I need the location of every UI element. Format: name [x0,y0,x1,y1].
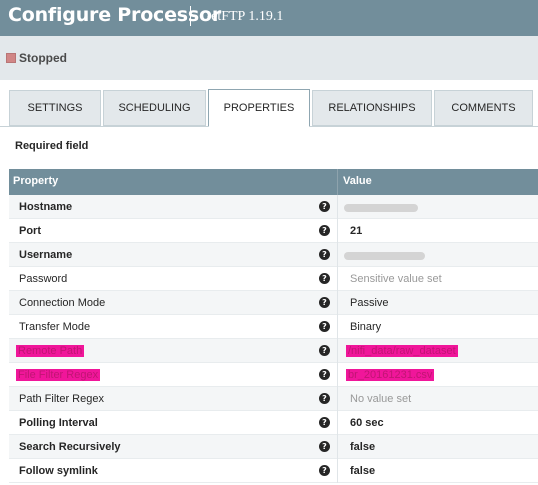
tab-properties[interactable]: PROPERTIES [208,89,310,127]
column-divider [337,195,338,219]
property-name: Polling Interval [19,417,98,429]
property-name: Username [19,249,73,261]
table-row[interactable]: Remote Path ? /nifi_data/raw_dataset [9,339,538,363]
help-icon[interactable]: ? [319,249,330,260]
table-row[interactable]: Password ? Sensitive value set [9,267,538,291]
column-header-property[interactable]: Property [13,175,58,187]
property-value[interactable]: Binary [350,321,381,333]
help-icon[interactable]: ? [319,369,330,380]
redacted-value[interactable] [344,204,418,212]
property-name: Port [19,225,41,237]
property-name: Password [19,273,68,285]
property-name: Path Filter Regex [19,393,104,405]
table-row[interactable]: Path Filter Regex ? No value set [9,387,538,411]
table-row[interactable]: Port ? 21 [9,219,538,243]
table-header: Property Value [9,169,538,195]
column-divider [337,315,338,339]
column-divider [337,243,338,267]
title-divider [190,6,191,26]
processor-version: GetFTP 1.19.1 [201,9,284,24]
table-row[interactable]: Transfer Mode ? Binary [9,315,538,339]
table-row[interactable]: Connection Mode ? Passive [9,291,538,315]
table-row[interactable]: Follow symlink ? false [9,459,538,483]
redacted-value[interactable] [344,252,425,260]
column-divider [337,219,338,243]
column-divider [337,459,338,483]
property-value[interactable]: 21 [350,225,362,237]
table-row[interactable]: Username ? [9,243,538,267]
properties-table: Property Value Hostname ? Port ? 21 User… [9,169,538,483]
column-divider [337,435,338,459]
stopped-icon [6,53,16,63]
property-value[interactable]: No value set [350,393,411,405]
status-label: Stopped [19,51,67,65]
help-icon[interactable]: ? [319,225,330,236]
property-value[interactable]: Sensitive value set [350,273,442,285]
column-divider [337,363,338,387]
tab-relationships[interactable]: RELATIONSHIPS [312,90,432,126]
help-icon[interactable]: ? [319,201,330,212]
help-icon[interactable]: ? [319,393,330,404]
column-divider [337,291,338,315]
column-divider [337,339,338,363]
property-name: Transfer Mode [19,321,91,333]
tab-scheduling[interactable]: SCHEDULING [103,90,206,126]
property-name: Connection Mode [19,297,106,309]
table-row[interactable]: Search Recursively ? false [9,435,538,459]
property-name: Search Recursively [19,441,121,453]
table-row[interactable]: File Filter Regex ? br_20161231.csv [9,363,538,387]
dialog-header: Configure Processor GetFTP 1.19.1 [0,0,538,36]
property-value[interactable]: 60 sec [350,417,384,429]
column-divider [337,169,338,195]
column-divider [337,387,338,411]
help-icon[interactable]: ? [319,297,330,308]
help-icon[interactable]: ? [319,273,330,284]
table-row[interactable]: Polling Interval ? 60 sec [9,411,538,435]
help-icon[interactable]: ? [319,465,330,476]
required-field-note: Required field [15,140,89,152]
property-value[interactable]: false [350,465,375,477]
help-icon[interactable]: ? [319,417,330,428]
property-name: Remote Path [16,345,85,357]
property-value[interactable]: br_20161231.csv [346,369,435,381]
property-name: File Filter Regex [16,369,101,381]
tab-settings[interactable]: SETTINGS [9,90,101,126]
property-value[interactable]: false [350,441,375,453]
help-icon[interactable]: ? [319,321,330,332]
help-icon[interactable]: ? [319,441,330,452]
property-value[interactable]: /nifi_data/raw_dataset [346,345,458,357]
column-divider [337,411,338,435]
tab-comments[interactable]: COMMENTS [434,90,533,126]
property-name: Hostname [19,201,73,213]
status-bar: Stopped [0,36,538,80]
help-icon[interactable]: ? [319,345,330,356]
property-name: Follow symlink [19,465,98,477]
table-row[interactable]: Hostname ? [9,195,538,219]
property-value[interactable]: Passive [350,297,389,309]
column-divider [337,267,338,291]
column-header-value[interactable]: Value [343,175,372,187]
